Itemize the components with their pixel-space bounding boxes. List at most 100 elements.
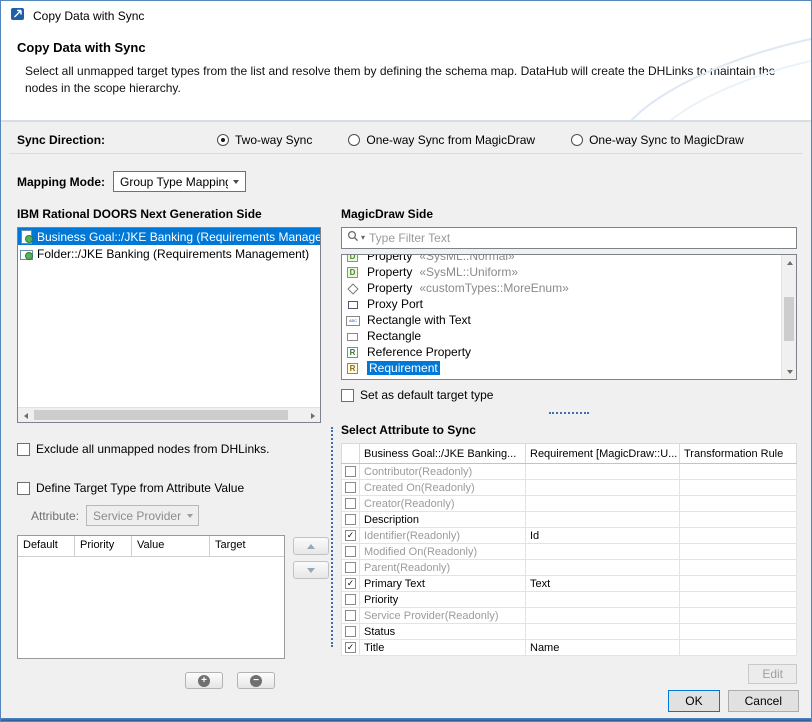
- checkbox-cell[interactable]: [342, 592, 360, 608]
- sync-option[interactable]: Two-way Sync: [217, 133, 312, 147]
- row-checkbox[interactable]: [345, 498, 356, 509]
- checkbox-cell[interactable]: [342, 480, 360, 496]
- attribute-row[interactable]: Created On(Readonly): [342, 480, 797, 496]
- attribute-row[interactable]: ✓TitleName: [342, 640, 797, 656]
- remove-button[interactable]: −: [237, 672, 275, 689]
- row-checkbox[interactable]: [345, 562, 356, 573]
- move-down-button[interactable]: [293, 561, 329, 579]
- scroll-right-icon[interactable]: [305, 408, 320, 423]
- checkbox-cell[interactable]: [342, 608, 360, 624]
- checkbox-cell[interactable]: [342, 544, 360, 560]
- radio-icon[interactable]: [348, 134, 360, 146]
- value-mapping-table: DefaultPriorityValueTarget: [17, 535, 285, 659]
- horizontal-scrollbar[interactable]: [18, 407, 320, 422]
- tree-item-label: Folder::/JKE Banking (Requirements Manag…: [37, 247, 309, 261]
- set-default-target-checkbox[interactable]: [341, 389, 354, 402]
- row-checkbox[interactable]: [345, 546, 356, 557]
- column-header[interactable]: Value: [132, 536, 210, 556]
- column-header[interactable]: Transformation Rule: [680, 444, 797, 464]
- column-header[interactable]: Priority: [75, 536, 132, 556]
- row-checkbox[interactable]: ✓: [345, 642, 356, 653]
- tree-item[interactable]: Folder::/JKE Banking (Requirements Manag…: [18, 245, 320, 262]
- tree-item[interactable]: Requirement: [342, 360, 781, 376]
- define-target-type-checkbox[interactable]: [17, 482, 30, 495]
- attribute-row[interactable]: Modified On(Readonly): [342, 544, 797, 560]
- scroll-left-icon[interactable]: [18, 408, 33, 423]
- checkbox-cell[interactable]: [342, 560, 360, 576]
- window-bottom-edge: [1, 718, 811, 721]
- tree-item[interactable]: Proxy Port: [342, 296, 781, 312]
- attribute-row[interactable]: Priority: [342, 592, 797, 608]
- define-target-type-checkbox-row[interactable]: Define Target Type from Attribute Value: [17, 481, 321, 495]
- checkbox-cell[interactable]: [342, 512, 360, 528]
- row-checkbox[interactable]: ✓: [345, 578, 356, 589]
- edit-button[interactable]: Edit: [748, 664, 797, 684]
- checkbox-cell[interactable]: ✓: [342, 576, 360, 592]
- row-checkbox[interactable]: [345, 514, 356, 525]
- vertical-scrollbar[interactable]: [781, 255, 796, 379]
- chevron-down-icon[interactable]: [228, 172, 245, 191]
- attribute-row[interactable]: Status: [342, 624, 797, 640]
- column-header[interactable]: Target: [210, 536, 284, 556]
- exclude-unmapped-checkbox[interactable]: [17, 443, 30, 456]
- row-checkbox[interactable]: ✓: [345, 530, 356, 541]
- scroll-up-icon[interactable]: [782, 255, 797, 270]
- attribute-row[interactable]: Service Provider(Readonly): [342, 608, 797, 624]
- column-header[interactable]: Requirement [MagicDraw::U...: [526, 444, 680, 464]
- tree-item[interactable]: Property«customTypes::MoreEnum»: [342, 280, 781, 296]
- checkbox-cell[interactable]: ✓: [342, 528, 360, 544]
- cancel-button[interactable]: Cancel: [728, 690, 799, 712]
- checkbox-cell[interactable]: [342, 464, 360, 480]
- radio-icon[interactable]: [217, 134, 229, 146]
- mapping-mode-select[interactable]: Group Type Mapping: [113, 171, 246, 192]
- row-checkbox[interactable]: [345, 594, 356, 605]
- set-default-target-checkbox-row[interactable]: Set as default target type: [341, 388, 797, 402]
- sync-option[interactable]: One-way Sync to MagicDraw: [571, 133, 744, 147]
- vertical-splitter-handle[interactable]: [331, 427, 333, 647]
- chevron-down-icon[interactable]: ▾: [361, 234, 365, 242]
- mapping-mode-row: Mapping Mode: Group Type Mapping: [17, 171, 246, 192]
- row-checkbox[interactable]: [345, 626, 356, 637]
- tree-item-label: Property: [367, 281, 412, 295]
- attribute-row[interactable]: ✓Identifier(Readonly)Id: [342, 528, 797, 544]
- attribute-row[interactable]: Description: [342, 512, 797, 528]
- attribute-row[interactable]: ✓Primary TextText: [342, 576, 797, 592]
- checkbox-cell[interactable]: ✓: [342, 640, 360, 656]
- dialog-body: Sync Direction: Two-way SyncOne-way Sync…: [1, 122, 811, 721]
- tree-item[interactable]: Rectangle: [342, 328, 781, 344]
- doors-tree: Business Goal::/JKE Banking (Requirement…: [17, 227, 321, 423]
- checkbox-cell[interactable]: [342, 624, 360, 640]
- row-checkbox[interactable]: [345, 466, 356, 477]
- row-checkbox[interactable]: [345, 610, 356, 621]
- tree-item[interactable]: Reference Property: [342, 344, 781, 360]
- column-header[interactable]: Default: [18, 536, 75, 556]
- target-attribute-cell: [526, 560, 680, 576]
- attribute-select: Service Provider: [86, 505, 199, 526]
- tree-item[interactable]: Property«SysML::Normal»: [342, 254, 781, 264]
- horizontal-scroll-thumb[interactable]: [34, 410, 288, 420]
- ok-button[interactable]: OK: [668, 690, 719, 712]
- transformation-rule-cell: [680, 592, 797, 608]
- attribute-row[interactable]: Creator(Readonly): [342, 496, 797, 512]
- row-checkbox[interactable]: [345, 482, 356, 493]
- add-button[interactable]: +: [185, 672, 223, 689]
- type-filter-input[interactable]: [367, 230, 791, 246]
- splitter-handle[interactable]: [549, 412, 589, 414]
- move-up-button[interactable]: [293, 537, 329, 555]
- tree-item[interactable]: Property«SysML::Uniform»: [342, 264, 781, 280]
- exclude-unmapped-checkbox-row[interactable]: Exclude all unmapped nodes from DHLinks.: [17, 442, 321, 456]
- sync-direction-row: Sync Direction: Two-way SyncOne-way Sync…: [9, 127, 803, 154]
- sync-option[interactable]: One-way Sync from MagicDraw: [348, 133, 535, 147]
- radio-icon[interactable]: [571, 134, 583, 146]
- tree-item-label: Reference Property: [367, 345, 471, 359]
- type-filter-box[interactable]: ▾: [341, 227, 797, 249]
- column-header[interactable]: Business Goal::/JKE Banking...: [360, 444, 526, 464]
- window-title: Copy Data with Sync: [33, 9, 144, 23]
- tree-item[interactable]: Business Goal::/JKE Banking (Requirement…: [18, 228, 320, 245]
- checkbox-cell[interactable]: [342, 496, 360, 512]
- vertical-scroll-thumb[interactable]: [784, 297, 794, 341]
- attribute-row[interactable]: Contributor(Readonly): [342, 464, 797, 480]
- tree-item[interactable]: Rectangle with Text: [342, 312, 781, 328]
- attribute-row[interactable]: Parent(Readonly): [342, 560, 797, 576]
- scroll-down-icon[interactable]: [782, 364, 797, 379]
